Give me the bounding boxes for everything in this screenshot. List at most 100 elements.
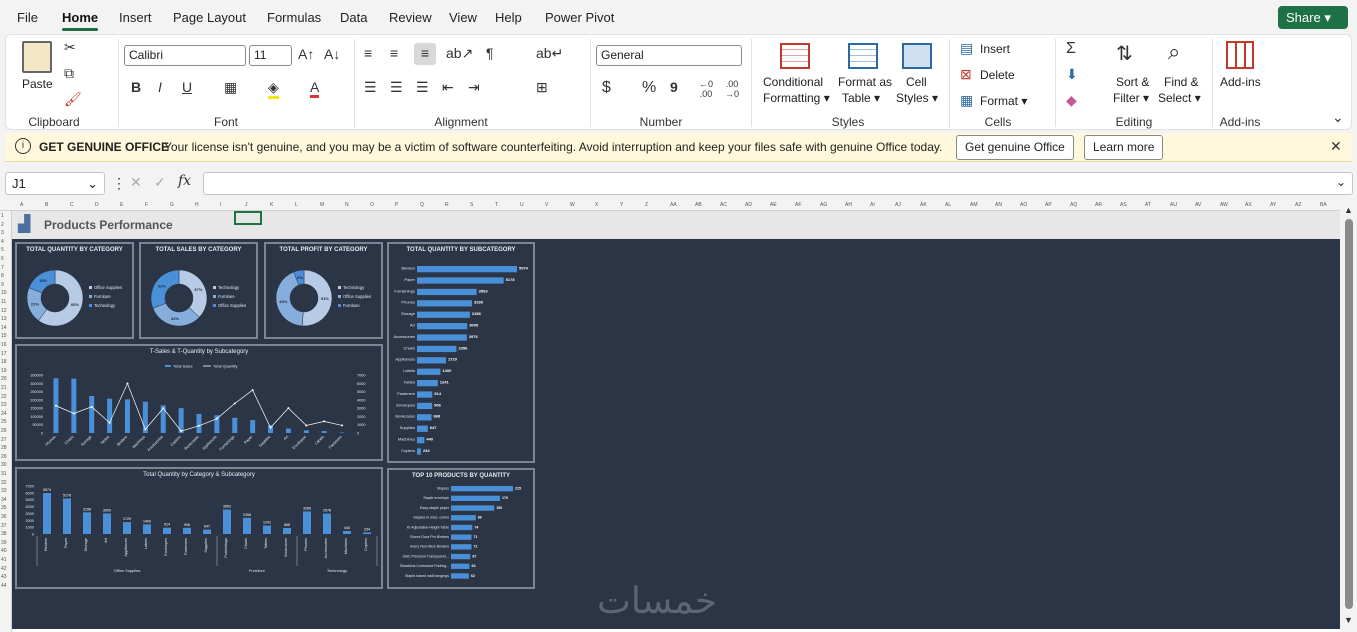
- row-header[interactable]: 3: [1, 230, 4, 236]
- insert-function-button[interactable]: fx: [178, 173, 191, 189]
- row-header[interactable]: 6: [1, 256, 4, 262]
- column-header[interactable]: I: [220, 202, 221, 208]
- column-header[interactable]: AX: [1245, 202, 1252, 208]
- cell-styles-icon[interactable]: [902, 43, 932, 69]
- row-header[interactable]: 2: [1, 222, 4, 228]
- tab-formulas[interactable]: Formulas: [267, 10, 321, 25]
- column-header[interactable]: AA: [670, 202, 677, 208]
- column-header[interactable]: E: [120, 202, 123, 208]
- column-header[interactable]: S: [470, 202, 473, 208]
- row-header[interactable]: 8: [1, 273, 4, 279]
- conditional-formatting-icon[interactable]: [780, 43, 810, 69]
- column-header[interactable]: J: [245, 202, 248, 208]
- row-header[interactable]: 40: [1, 548, 7, 554]
- column-header[interactable]: L: [295, 202, 298, 208]
- row-header[interactable]: 39: [1, 540, 7, 546]
- borders-icon[interactable]: ▦: [224, 79, 237, 96]
- scroll-down-icon[interactable]: ▼: [1344, 615, 1353, 625]
- tab-home[interactable]: Home: [62, 10, 98, 25]
- column-header[interactable]: AL: [945, 202, 951, 208]
- row-header[interactable]: 5: [1, 247, 4, 253]
- column-header[interactable]: W: [570, 202, 575, 208]
- column-header[interactable]: H: [195, 202, 199, 208]
- cancel-icon[interactable]: ✕: [130, 174, 142, 191]
- column-header[interactable]: AK: [920, 202, 927, 208]
- row-header[interactable]: 28: [1, 445, 7, 451]
- column-header[interactable]: AV: [1195, 202, 1201, 208]
- comma-button[interactable]: 9: [670, 79, 678, 95]
- row-header[interactable]: 11: [1, 299, 6, 305]
- column-header[interactable]: AM: [970, 202, 978, 208]
- decrease-indent-icon[interactable]: ⇤: [442, 79, 454, 96]
- autosum-icon[interactable]: Σ: [1066, 40, 1076, 58]
- row-header[interactable]: 22: [1, 394, 7, 400]
- row-header[interactable]: 10: [1, 290, 7, 296]
- fill-color-icon[interactable]: ◈: [268, 79, 279, 99]
- number-format-select[interactable]: General: [596, 45, 742, 66]
- row-header[interactable]: 15: [1, 333, 7, 339]
- conditional-formatting-label[interactable]: Conditional: [763, 75, 823, 89]
- row-header[interactable]: 19: [1, 368, 7, 374]
- find-select-label-2[interactable]: Select ▾: [1158, 91, 1201, 105]
- bold-button[interactable]: B: [131, 79, 141, 95]
- row-header[interactable]: 4: [1, 239, 4, 245]
- row-header[interactable]: 36: [1, 514, 7, 520]
- vertical-scrollbar[interactable]: ▲ ▼: [1341, 205, 1357, 632]
- row-header[interactable]: 37: [1, 523, 7, 529]
- row-header[interactable]: 41: [1, 557, 7, 563]
- clear-icon[interactable]: ◆: [1066, 92, 1077, 109]
- column-header[interactable]: U: [520, 202, 524, 208]
- delete-cells-icon[interactable]: ⊠: [960, 66, 972, 83]
- tab-view[interactable]: View: [449, 10, 477, 25]
- tab-page-layout[interactable]: Page Layout: [173, 10, 246, 25]
- align-middle-icon[interactable]: ≡: [390, 45, 398, 61]
- row-header[interactable]: 7: [1, 265, 4, 271]
- name-box[interactable]: J1 ⌄: [5, 172, 105, 195]
- decrease-decimal-button[interactable]: .00 →0: [720, 79, 744, 99]
- column-header[interactable]: AS: [1120, 202, 1127, 208]
- column-header[interactable]: V: [545, 202, 548, 208]
- column-header[interactable]: O: [370, 202, 374, 208]
- tab-review[interactable]: Review: [389, 10, 432, 25]
- cell-styles-label[interactable]: Cell: [906, 75, 927, 89]
- row-header[interactable]: 27: [1, 437, 7, 443]
- column-header[interactable]: N: [345, 202, 349, 208]
- row-header[interactable]: 26: [1, 428, 7, 434]
- tab-power-pivot[interactable]: Power Pivot: [545, 10, 614, 25]
- find-select-icon[interactable]: ⌕: [1168, 39, 1180, 65]
- column-header[interactable]: AJ: [895, 202, 901, 208]
- column-header[interactable]: AN: [995, 202, 1002, 208]
- column-header[interactable]: AD: [745, 202, 752, 208]
- increase-decimal-button[interactable]: ←0 .00: [694, 79, 718, 99]
- chart-quantity-by-category[interactable]: TOTAL QUANTITY BY CATEGORY 60% 21% 19% Offi…: [15, 242, 134, 339]
- grow-font-icon[interactable]: A↑: [298, 46, 314, 62]
- conditional-formatting-label-2[interactable]: Formatting ▾: [763, 91, 830, 105]
- underline-button[interactable]: U: [182, 79, 192, 95]
- column-header[interactable]: AR: [1095, 202, 1102, 208]
- column-header[interactable]: K: [270, 202, 273, 208]
- row-header[interactable]: 14: [1, 325, 7, 331]
- column-header[interactable]: G: [170, 202, 174, 208]
- paste-button[interactable]: Paste: [22, 77, 53, 91]
- selected-cell-j1[interactable]: [234, 211, 262, 225]
- column-header[interactable]: BA: [1320, 202, 1327, 208]
- chart-profit-by-category[interactable]: TOTAL PROFIT BY CATEGORY 51% 43% 6% Technol…: [264, 242, 383, 339]
- insert-cells-icon[interactable]: ▤: [960, 40, 973, 57]
- currency-button[interactable]: $: [602, 79, 611, 97]
- increase-indent-icon[interactable]: ⇥: [468, 79, 480, 96]
- column-header[interactable]: F: [145, 202, 148, 208]
- format-cells-icon[interactable]: ▦: [960, 92, 973, 109]
- row-header[interactable]: 17: [1, 351, 7, 357]
- column-header[interactable]: AF: [795, 202, 801, 208]
- italic-button[interactable]: I: [158, 79, 162, 95]
- add-ins-button[interactable]: Add-ins: [1220, 75, 1261, 89]
- sort-filter-label[interactable]: Sort &: [1116, 75, 1149, 89]
- column-header[interactable]: M: [320, 202, 324, 208]
- row-header[interactable]: 42: [1, 566, 7, 572]
- row-header[interactable]: 23: [1, 402, 7, 408]
- insert-cells-button[interactable]: Insert: [980, 42, 1010, 56]
- column-header[interactable]: AI: [870, 202, 875, 208]
- text-direction-icon[interactable]: ¶: [486, 45, 494, 61]
- chart-quantity-by-category-subcategory[interactable]: Total Quantity by Category & Subcategory…: [15, 467, 383, 589]
- collapse-ribbon-icon[interactable]: ⌄: [1332, 109, 1344, 126]
